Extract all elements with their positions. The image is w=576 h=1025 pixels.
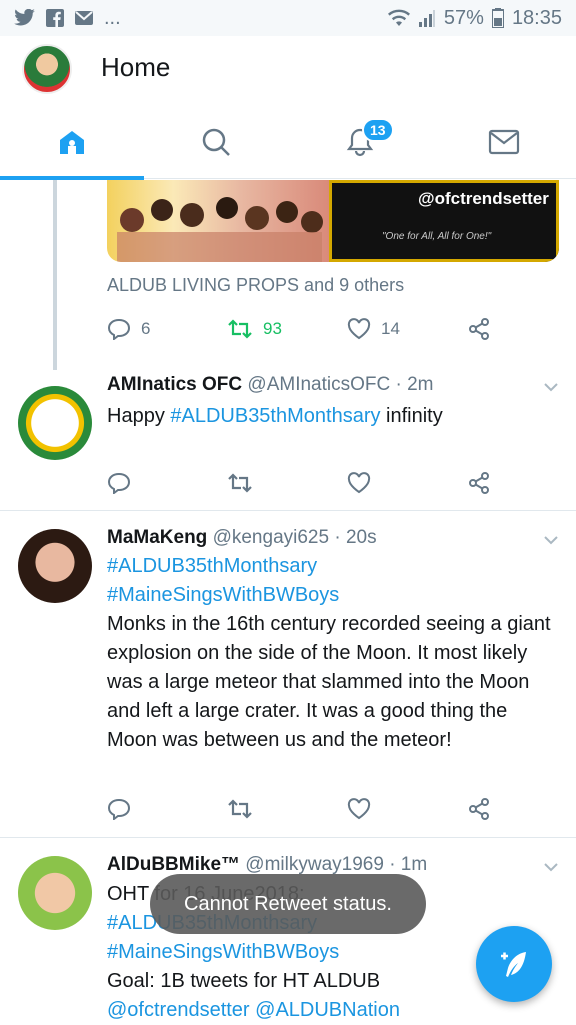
toast-message: Cannot Retweet status. bbox=[150, 874, 426, 934]
tab-messages[interactable] bbox=[432, 106, 576, 178]
notification-badge: 13 bbox=[362, 118, 394, 142]
like-button[interactable] bbox=[347, 472, 467, 494]
compose-feather-icon bbox=[501, 952, 526, 977]
battery-percent: 57% bbox=[443, 6, 484, 29]
chevron-down-icon[interactable] bbox=[542, 858, 560, 876]
tweet-media[interactable]: @ofctrendsetter "One for All, All for On… bbox=[107, 180, 559, 262]
retweet-button[interactable] bbox=[227, 798, 347, 820]
author-handle[interactable]: @kengayi625 bbox=[213, 527, 329, 548]
compose-tweet-button[interactable] bbox=[476, 926, 552, 1002]
tweet-actions bbox=[107, 468, 497, 498]
share-icon bbox=[469, 798, 489, 820]
tweet-text: #ALDUB35thMonthsary #MaineSingsWithBWBoy… bbox=[107, 552, 559, 755]
facebook-icon bbox=[46, 9, 64, 27]
tab-home[interactable] bbox=[0, 106, 144, 180]
signal-icon bbox=[418, 10, 435, 27]
notification-icons: ... bbox=[14, 7, 121, 30]
author-handle[interactable]: @AMInaticsOFC bbox=[247, 374, 390, 395]
chevron-down-icon[interactable] bbox=[542, 531, 560, 549]
reply-button[interactable] bbox=[107, 472, 227, 494]
profile-avatar[interactable] bbox=[22, 44, 72, 94]
tweet-header: AlDuBBMike™ @milkyway1969 · 1m bbox=[107, 854, 427, 876]
reply-button[interactable]: 6 bbox=[107, 318, 227, 340]
wifi-icon bbox=[387, 9, 410, 27]
retweet-button[interactable] bbox=[227, 472, 347, 494]
like-button[interactable]: 14 bbox=[347, 318, 467, 340]
media-tagline: "One for All, All for One!" bbox=[382, 231, 492, 242]
avatar[interactable] bbox=[18, 386, 92, 460]
tweet-time: · 1m bbox=[389, 854, 428, 875]
twitter-icon bbox=[14, 9, 35, 26]
app-bar: Home bbox=[0, 36, 576, 106]
tweet-body: Monks in the 16th century recorded seein… bbox=[107, 613, 551, 751]
share-button[interactable] bbox=[467, 317, 497, 341]
share-icon bbox=[469, 472, 489, 494]
author-name[interactable]: MaMaKeng bbox=[107, 527, 207, 548]
retweet-icon bbox=[228, 473, 252, 493]
thread-line bbox=[53, 180, 57, 370]
chevron-down-icon[interactable] bbox=[542, 378, 560, 396]
like-count: 14 bbox=[381, 319, 400, 338]
retweet-icon bbox=[228, 319, 252, 339]
mail-icon bbox=[75, 11, 93, 25]
heart-icon bbox=[347, 472, 371, 494]
media-banner[interactable]: @ofctrendsetter "One for All, All for On… bbox=[329, 180, 559, 262]
mail-icon bbox=[488, 129, 520, 155]
hashtag-link[interactable]: #MaineSingsWithBWBoys bbox=[107, 581, 559, 610]
avatar[interactable] bbox=[18, 856, 92, 930]
media-handle: @ofctrendsetter bbox=[418, 189, 549, 208]
home-icon bbox=[60, 131, 84, 154]
tweet-actions: 6 93 14 bbox=[107, 314, 497, 344]
tweet-text: Happy #ALDUB35thMonthsary infinity bbox=[107, 402, 559, 431]
media-photo[interactable] bbox=[107, 180, 329, 262]
tweet-header: AMInatics OFC @AMInaticsOFC · 2m bbox=[107, 374, 434, 396]
page-title: Home bbox=[101, 52, 171, 82]
share-button[interactable] bbox=[467, 797, 497, 821]
retweet-icon bbox=[228, 799, 252, 819]
battery-icon bbox=[491, 8, 504, 28]
author-name[interactable]: AlDuBBMike™ bbox=[107, 854, 240, 875]
reply-icon bbox=[107, 798, 131, 820]
tab-search[interactable] bbox=[144, 106, 288, 178]
heart-icon bbox=[347, 798, 371, 820]
reply-icon bbox=[107, 472, 131, 494]
tweet-header: MaMaKeng @kengayi625 · 20s bbox=[107, 527, 377, 549]
tweet-actions bbox=[107, 794, 497, 824]
search-icon bbox=[202, 128, 230, 156]
tweet[interactable]: MaMaKeng @kengayi625 · 20s #ALDUB35thMon… bbox=[0, 511, 576, 838]
retweet-count: 93 bbox=[263, 319, 282, 338]
like-button[interactable] bbox=[347, 798, 467, 820]
share-icon bbox=[469, 318, 489, 340]
avatar[interactable] bbox=[18, 529, 92, 603]
author-name[interactable]: AMInatics OFC bbox=[107, 374, 242, 395]
reply-count: 6 bbox=[141, 319, 151, 338]
share-button[interactable] bbox=[467, 471, 497, 495]
tweet[interactable]: AMInatics OFC @AMInaticsOFC · 2m Happy #… bbox=[0, 360, 576, 511]
retweet-button[interactable]: 93 bbox=[227, 318, 347, 340]
reply-button[interactable] bbox=[107, 798, 227, 820]
tweet-text-prefix: Happy bbox=[107, 405, 171, 427]
tweet-time: · 2m bbox=[395, 374, 434, 395]
clock: 18:35 bbox=[511, 6, 562, 29]
mention-links[interactable]: @ofctrendsetter @ALDUBNation bbox=[107, 996, 559, 1025]
tab-bar: 13 bbox=[0, 106, 576, 180]
more-notifications: ... bbox=[104, 6, 121, 29]
group-photo-graphic bbox=[117, 197, 323, 262]
hashtag-link[interactable]: #ALDUB35thMonthsary bbox=[107, 552, 559, 581]
tab-notifications[interactable] bbox=[288, 106, 432, 178]
hashtag-link[interactable]: #ALDUB35thMonthsary bbox=[170, 405, 380, 427]
retweeted-by[interactable]: ALDUB LIVING PROPS and 9 others bbox=[107, 275, 404, 296]
author-handle[interactable]: @milkyway1969 bbox=[245, 854, 384, 875]
status-bar: ... 57% 18:35 bbox=[0, 0, 576, 36]
reply-icon bbox=[107, 318, 131, 340]
tweet-time: · 20s bbox=[334, 527, 377, 548]
heart-icon bbox=[347, 318, 371, 340]
tweet-text-suffix: infinity bbox=[380, 405, 443, 427]
